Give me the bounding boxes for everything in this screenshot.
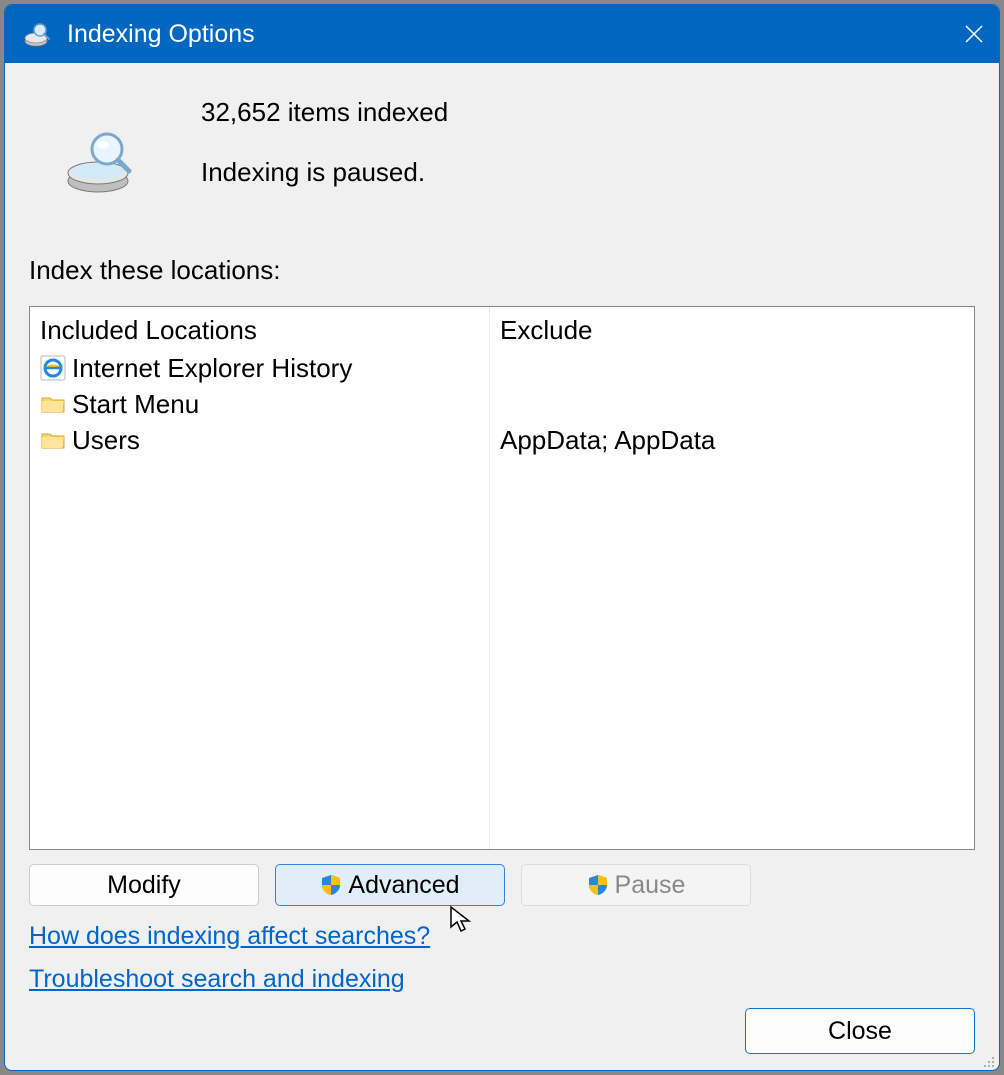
content-area: 32,652 items indexed Indexing is paused.…: [5, 63, 999, 1071]
row-name: Internet Explorer History: [72, 353, 352, 384]
window-title: Indexing Options: [67, 20, 255, 49]
folder-icon: [40, 391, 66, 417]
indexing-status-icon: [63, 125, 143, 195]
links-section: How does indexing affect searches? Troub…: [29, 922, 975, 1008]
exclude-cell: AppData; AppData: [500, 422, 964, 458]
indexing-app-icon: [23, 19, 53, 49]
indexed-count: 32,652 items indexed: [201, 94, 448, 130]
row-name: Users: [72, 425, 140, 456]
close-button[interactable]: Close: [745, 1008, 975, 1054]
exclude-cell: [500, 386, 964, 422]
window-close-button[interactable]: [949, 5, 999, 63]
pause-button: Pause: [521, 864, 751, 906]
shield-icon: [320, 874, 342, 896]
advanced-button[interactable]: Advanced: [275, 864, 505, 906]
locations-table[interactable]: Included Locations Internet Explorer His…: [29, 306, 975, 850]
included-header: Included Locations: [40, 313, 479, 350]
troubleshoot-link[interactable]: Troubleshoot search and indexing: [29, 965, 405, 994]
row-name: Start Menu: [72, 389, 199, 420]
close-icon: [963, 23, 985, 45]
indexing-options-window: Indexing Options 32,652 ite: [4, 4, 1000, 1071]
ie-icon: [40, 355, 66, 381]
help-link[interactable]: How does indexing affect searches?: [29, 922, 430, 951]
folder-icon: [40, 427, 66, 453]
table-row[interactable]: Users: [40, 422, 479, 458]
locations-label: Index these locations:: [29, 255, 975, 286]
exclude-cell: [500, 350, 964, 386]
exclude-header: Exclude: [500, 313, 964, 350]
status-block: 32,652 items indexed Indexing is paused.: [29, 89, 975, 195]
table-row[interactable]: Internet Explorer History: [40, 350, 479, 386]
table-row[interactable]: Start Menu: [40, 386, 479, 422]
resize-grip[interactable]: [979, 1052, 995, 1068]
button-row: Modify Advanced: [29, 864, 975, 906]
titlebar[interactable]: Indexing Options: [5, 5, 999, 63]
indexing-state: Indexing is paused.: [201, 154, 448, 190]
modify-button[interactable]: Modify: [29, 864, 259, 906]
shield-icon: [587, 874, 609, 896]
